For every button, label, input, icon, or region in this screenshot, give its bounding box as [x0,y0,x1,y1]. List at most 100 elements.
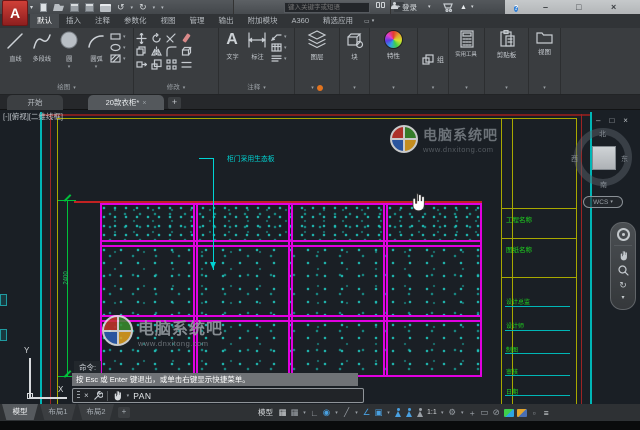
a360-drive-icon[interactable]: ▲ [460,2,467,13]
command-grip-handle[interactable] [77,391,80,400]
rotate-icon[interactable] [151,33,162,44]
offset-icon[interactable] [181,59,192,70]
tab-home[interactable]: 默认 [30,14,59,28]
viewcube-east-label[interactable]: 东 [621,154,628,164]
scale-value[interactable]: 1:1 [427,409,437,416]
explode-icon[interactable] [181,46,192,57]
scale-icon[interactable] [151,59,162,70]
tab-output[interactable]: 输出 [212,14,241,28]
viewcube-north-label[interactable]: 北 [599,129,606,139]
command-close-icon[interactable]: × [84,391,89,400]
mtext-button[interactable]: ▾ [271,54,287,63]
panel-draw-title[interactable]: 绘图▾ [0,82,133,94]
polar-dropdown-icon[interactable]: ▾ [334,410,339,416]
tab-annotate[interactable]: 注释 [88,14,117,28]
tab-addins[interactable]: 附加模块 [241,14,285,28]
crosshair-icon[interactable]: + [468,408,477,418]
grid-toggle-icon[interactable]: ▦ [278,407,287,418]
a360-dropdown-icon[interactable]: ▾ [471,2,474,13]
pan-tool-icon[interactable] [618,250,629,261]
hatch-button[interactable]: ▾ [110,54,126,63]
layout-tab-layout1[interactable]: 布局1 [40,404,76,420]
object-snap-icon[interactable]: ▣ [374,407,383,418]
polyline-button[interactable]: 多段线 [29,30,55,63]
command-customize-wrench-icon[interactable] [93,391,103,401]
panel-modify-title[interactable]: 修改▾ [134,82,218,94]
drawing-viewport[interactable]: [-][俯视][二维线框] 工程名称 图纸名称 设计总监 设计师 制图 审核 日… [0,110,640,404]
snap-toggle-icon[interactable]: ▦ [290,407,299,418]
object-snap-tracking-icon[interactable]: ∠ [362,407,371,418]
sign-in-link[interactable]: 登录 [402,2,417,13]
text-button[interactable]: A 文字 [221,30,243,61]
viewcube-face[interactable] [592,146,616,170]
panel-utilities-title[interactable]: ▾ [449,82,484,94]
zoom-tool-icon[interactable] [618,265,629,276]
isolate-objects-icon[interactable]: ⊘ [492,407,501,418]
drawing-minimize-button[interactable]: – [596,116,600,125]
ellipse-button[interactable]: ▾ [110,43,126,52]
fillet-icon[interactable] [166,46,177,57]
osnap-dropdown-icon[interactable]: ▾ [386,410,391,416]
workspace-dropdown-icon[interactable]: ▾ [460,410,465,416]
qat-customize-icon[interactable]: ▾ [161,5,164,11]
arc-button[interactable]: 圆弧▾ [83,30,109,70]
scale-dropdown-icon[interactable]: ▾ [440,410,445,416]
workspace-gear-icon[interactable]: ⚙ [448,407,457,418]
polar-tracking-icon[interactable]: ◉ [322,407,331,418]
orbit-tool-icon[interactable]: ↻ [619,280,627,290]
panel-view-title[interactable]: ▾ [529,82,560,94]
annotation-scale-icon[interactable] [416,408,424,418]
customization-menu-icon[interactable]: ≡ [542,408,551,418]
ortho-toggle-icon[interactable]: ∟ [310,408,319,418]
viewcube-west-label[interactable]: 西 [571,154,578,164]
help-icon[interactable]: ? [514,2,518,14]
exchange-apps-icon[interactable] [443,2,455,15]
signin-dropdown-icon[interactable]: ▾ [428,2,431,13]
mirror-icon[interactable] [151,46,162,57]
drawing-close-button[interactable]: × [623,116,628,125]
clean-screen-icon[interactable] [517,409,527,417]
clipboard-icon[interactable] [499,30,515,48]
block-icon[interactable] [345,30,365,50]
snap-dropdown-icon[interactable]: ▾ [302,410,307,416]
autocad-logo-button[interactable]: A [2,0,28,26]
leader-button[interactable]: ▾ [271,32,287,41]
model-space-toggle[interactable]: 模型 [258,407,273,418]
panel-properties-title[interactable]: ▾ [370,82,417,94]
rectangle-button[interactable]: ▾ [110,32,126,41]
panel-layers-title[interactable]: ▾ [295,82,339,94]
group-icon[interactable] [422,54,434,66]
search-input[interactable] [284,2,370,13]
layers-icon[interactable] [306,30,328,50]
new-file-icon[interactable] [40,3,47,12]
panel-block-title[interactable]: ▾ [340,82,369,94]
annotation-visibility-icon[interactable] [394,408,402,418]
table-button[interactable]: ▾ [271,43,287,52]
viewcube-south-label[interactable]: 南 [600,180,607,190]
save-as-icon[interactable] [85,3,94,12]
command-dropdown-icon[interactable]: ▾ [127,393,130,399]
minimize-button[interactable]: – [543,0,548,14]
wcs-dropdown[interactable]: WCS▾ [583,196,623,208]
annotation-monitor-icon[interactable]: ▭ [480,407,489,418]
new-drawing-tab-button[interactable]: + [168,97,181,109]
tab-parametric[interactable]: 参数化 [117,14,154,28]
file-tab-start[interactable]: 开始 [7,95,63,110]
file-tab-active[interactable]: 20款衣柜*× [88,95,164,110]
maximize-button[interactable]: □ [576,0,581,14]
calculator-icon[interactable] [459,30,475,48]
undo-icon[interactable]: ↺ [117,3,125,12]
new-layout-button[interactable]: + [118,407,130,418]
circle-button[interactable]: 圆▾ [56,30,82,70]
file-tab-close-icon[interactable]: × [142,100,146,107]
properties-icon[interactable] [384,30,403,49]
open-file-icon[interactable] [53,4,64,11]
panel-clipboard-title[interactable]: ▾ [485,82,528,94]
move-icon[interactable] [136,33,147,44]
array-icon[interactable] [166,59,177,70]
ribbon-cycle-icon[interactable]: ▭▾ [364,14,374,28]
isodraft-dropdown-icon[interactable]: ▾ [354,410,359,416]
copy-icon[interactable] [136,46,147,57]
tab-insert[interactable]: 插入 [59,14,88,28]
viewport-controls-label[interactable]: [-][俯视][二维线框] [3,111,63,122]
